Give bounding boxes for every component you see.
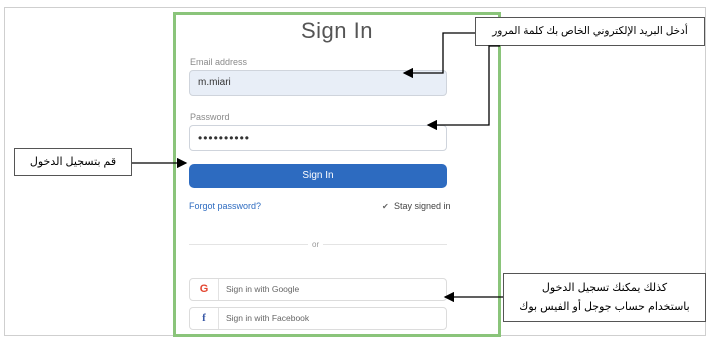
password-arrow [426, 45, 500, 131]
email-arrow [402, 32, 475, 79]
callout-arrows [132, 32, 503, 303]
